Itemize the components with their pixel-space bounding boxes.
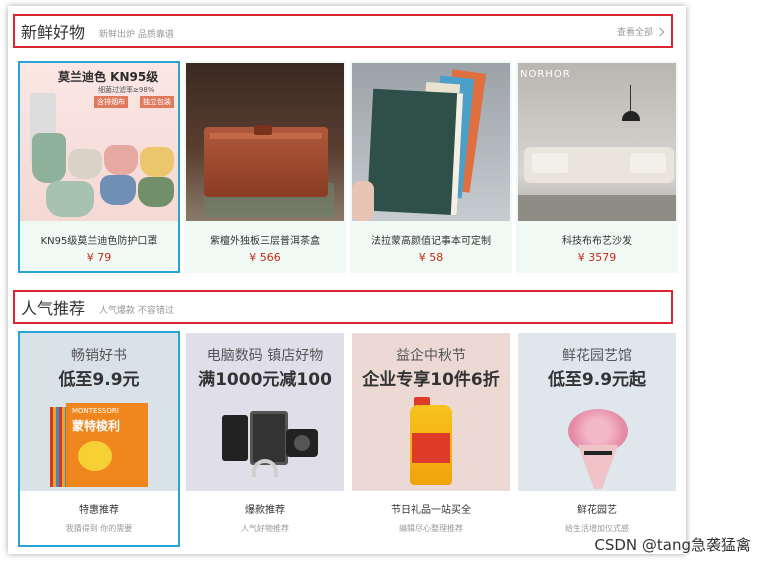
section-header-popular: 人气推荐 人气爆款 不容错过 [13,290,673,324]
section-title: 人气推荐 [21,299,86,318]
product-name: KN95级莫兰迪色防护口罩 [40,236,158,247]
product-name: 科技布布艺沙发 [562,236,632,247]
book-text: MONTESSORI [72,407,119,415]
product-card[interactable]: NORHOR 科技布布艺沙发 ¥ 3579 [516,61,678,273]
image-caption-2: 细菌过滤率≥98% [98,86,155,94]
popular-card[interactable]: 畅销好书 低至9.9元 MONTESSORI 蒙特梭利 特惠推荐 我猜得到 你的… [18,331,180,547]
product-card[interactable]: 法拉蒙高颜值记事本可定制 ¥ 58 [350,61,512,273]
section-header-fresh: 新鲜好物 新鲜出炉 品质靠谱 查看全部 [13,14,673,48]
banner-title: 益企中秋节 [396,348,466,364]
product-image: NORHOR [518,63,676,221]
product-price: ¥ 566 [249,251,281,264]
watermark: CSDN @tang急袭猛禽 [594,536,751,554]
popular-card[interactable]: 益企中秋节 企业专享10件6折 节日礼品一站买全 编辑尽心整理推荐 [350,331,512,547]
product-image [352,63,510,221]
popular-name: 鲜花园艺 [577,505,617,516]
fresh-product-list: 莫兰迪色 KN95级 细菌过滤率≥98% 含排烟布 独立包装 KN95级莫兰迪色… [18,61,678,273]
popular-name: 爆款推荐 [245,505,285,516]
popular-card[interactable]: 电脑数码 镇店好物 满1000元减100 爆款推荐 人气好物推荐 [184,331,346,547]
banner-title: 鲜花园艺馆 [562,348,632,364]
banner-subtitle: 低至9.9元起 [547,370,647,390]
product-price: ¥ 3579 [577,251,617,264]
product-name: 法拉蒙高颜值记事本可定制 [371,236,491,247]
popular-name: 特惠推荐 [79,505,119,516]
product-card[interactable]: 紫檀外独板三层普洱茶盒 ¥ 566 [184,61,346,273]
popular-desc: 人气好物推荐 [241,524,289,533]
banner-subtitle: 低至9.9元 [58,370,140,390]
product-image [186,63,344,221]
banner-subtitle: 企业专享10件6折 [362,370,500,390]
banner-subtitle: 满1000元减100 [198,370,332,390]
book-text: 蒙特梭利 [72,419,121,433]
banner-image: 电脑数码 镇店好物 满1000元减100 [186,333,344,491]
section-subtitle: 人气爆款 不容错过 [99,305,174,316]
section-title: 新鲜好物 [21,23,86,42]
banner-title: 电脑数码 镇店好物 [206,348,324,364]
popular-desc: 我猜得到 你的需要 [65,524,133,533]
product-name: 紫檀外独板三层普洱茶盒 [210,236,320,247]
view-all-label: 查看全部 [616,28,653,38]
image-caption: 莫兰迪色 KN95级 [58,70,159,84]
banner-title: 畅销好书 [71,348,127,364]
popular-name: 节日礼品一站买全 [391,505,471,516]
banner-image: 鲜花园艺馆 低至9.9元起 [518,333,676,491]
banner-image: 畅销好书 低至9.9元 MONTESSORI 蒙特梭利 [20,333,178,491]
chevron-right-icon [655,27,665,36]
product-image: 莫兰迪色 KN95级 细菌过滤率≥98% 含排烟布 独立包装 [20,63,178,221]
product-price: ¥ 58 [418,251,444,264]
popular-desc: 编辑尽心整理推荐 [399,524,463,533]
image-tag: 独立包装 [140,96,174,108]
popular-card[interactable]: 鲜花园艺馆 低至9.9元起 鲜花园艺 给生活增加仪式感 [516,331,678,547]
product-price: ¥ 79 [86,251,112,264]
view-all-link[interactable]: 查看全部 [616,25,665,38]
banner-image: 益企中秋节 企业专享10件6折 [352,333,510,491]
popular-desc: 给生活增加仪式感 [565,524,629,533]
brand-label: NORHOR [520,69,571,80]
popular-item-list: 畅销好书 低至9.9元 MONTESSORI 蒙特梭利 特惠推荐 我猜得到 你的… [18,331,678,547]
image-tag: 含排烟布 [94,96,128,108]
product-card[interactable]: 莫兰迪色 KN95级 细菌过滤率≥98% 含排烟布 独立包装 KN95级莫兰迪色… [18,61,180,273]
section-subtitle: 新鲜出炉 品质靠谱 [99,29,174,40]
